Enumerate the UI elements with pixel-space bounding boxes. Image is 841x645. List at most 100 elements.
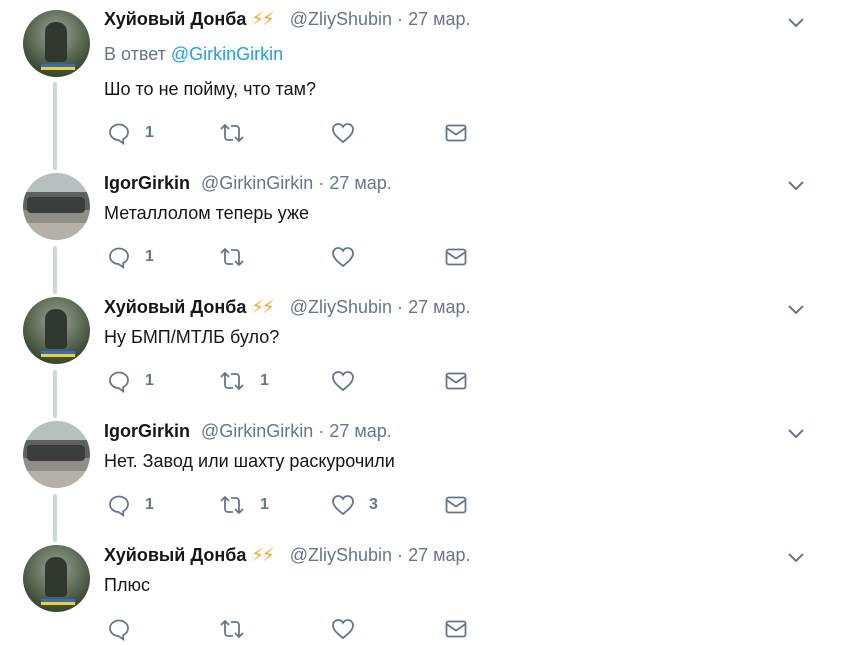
like-button[interactable] (331, 245, 369, 269)
author-name[interactable]: Хуйовый Донба (104, 297, 246, 317)
heart-icon (332, 495, 354, 516)
like-count: 3 (369, 496, 378, 513)
reply-icon (109, 123, 129, 145)
reply-count: 1 (145, 496, 154, 513)
reply-count: 1 (145, 248, 154, 265)
tweet-text: Нет. Завод или шахту раскурочили (104, 451, 395, 471)
author-handle[interactable]: @ZliyShubin (290, 297, 392, 317)
tweet-text: Шо то не пойму, что там? (104, 79, 316, 99)
reply-icon (109, 247, 129, 269)
author-handle[interactable]: @ZliyShubin (290, 545, 392, 565)
retweet-icon (220, 620, 244, 638)
tweet-actions (107, 617, 487, 641)
like-button[interactable] (331, 617, 369, 641)
retweet-button[interactable]: 1 (218, 493, 269, 517)
reply-prefix: В ответ (104, 44, 166, 64)
chevron-down-icon[interactable] (786, 302, 806, 316)
separator-dot: · (397, 9, 404, 29)
heart-icon (332, 619, 354, 640)
direct-message-button[interactable] (444, 493, 468, 517)
envelope-icon (445, 372, 467, 390)
reply-count: 1 (145, 124, 154, 141)
author-name[interactable]: IgorGirkin (104, 421, 190, 441)
author-name[interactable]: IgorGirkin (104, 173, 190, 193)
separator-dot: · (318, 421, 325, 441)
reply-icon (109, 371, 129, 393)
avatar[interactable] (23, 421, 90, 488)
separator-dot: · (397, 297, 404, 317)
tweet-header: Хуйовый Донба ⚡⚡ @ZliyShubin · 27 мар. (104, 297, 470, 318)
avatar[interactable] (23, 173, 90, 240)
chevron-down-icon[interactable] (786, 550, 806, 564)
retweet-icon (220, 248, 244, 266)
like-button[interactable]: 3 (331, 493, 378, 517)
retweet-count: 1 (260, 496, 269, 513)
chevron-down-icon[interactable] (786, 426, 806, 440)
retweet-button[interactable] (218, 245, 260, 269)
tweet-actions: 1 1 3 (107, 493, 487, 517)
envelope-icon (445, 248, 467, 266)
reply-to-line: В ответ @GirkinGirkin (104, 44, 283, 65)
tweet-text: Плюс (104, 575, 150, 595)
chevron-down-icon[interactable] (786, 178, 806, 192)
retweet-icon (220, 496, 244, 514)
avatar[interactable] (23, 545, 90, 612)
tweet-date[interactable]: 27 мар. (329, 173, 391, 193)
reply-button[interactable]: 1 (107, 121, 154, 145)
tweet-actions: 1 (107, 121, 487, 145)
like-button[interactable] (331, 369, 369, 393)
reply-count: 1 (145, 372, 154, 389)
envelope-icon (445, 124, 467, 142)
thread-line (53, 494, 57, 542)
author-name[interactable]: Хуйовый Донба (104, 9, 246, 29)
tweet-header: Хуйовый Донба ⚡⚡ @ZliyShubin · 27 мар. (104, 9, 470, 30)
like-button[interactable] (331, 121, 369, 145)
tweet-date[interactable]: 27 мар. (408, 297, 470, 317)
direct-message-button[interactable] (444, 245, 468, 269)
reply-icon (109, 495, 129, 517)
tweet-date[interactable]: 27 мар. (408, 9, 470, 29)
separator-dot: · (397, 545, 404, 565)
retweet-button[interactable] (218, 617, 260, 641)
tweet-actions: 1 1 (107, 369, 487, 393)
lightning-emoji: ⚡⚡ (251, 9, 274, 29)
reply-button[interactable]: 1 (107, 369, 154, 393)
separator-dot: · (318, 173, 325, 193)
heart-icon (332, 247, 354, 268)
lightning-emoji: ⚡⚡ (251, 545, 274, 565)
tweet-date[interactable]: 27 мар. (329, 421, 391, 441)
envelope-icon (445, 496, 467, 514)
author-handle[interactable]: @GirkinGirkin (201, 421, 313, 441)
envelope-icon (445, 620, 467, 638)
retweet-icon (220, 124, 244, 142)
reply-to-link[interactable]: @GirkinGirkin (171, 44, 283, 64)
lightning-emoji: ⚡⚡ (251, 297, 274, 317)
author-name[interactable]: Хуйовый Донба (104, 545, 246, 565)
thread-line (53, 82, 57, 170)
direct-message-button[interactable] (444, 617, 468, 641)
retweet-count: 1 (260, 372, 269, 389)
chevron-down-icon[interactable] (786, 15, 806, 29)
reply-button[interactable] (107, 617, 145, 641)
heart-icon (332, 123, 354, 144)
direct-message-button[interactable] (444, 121, 468, 145)
author-handle[interactable]: @ZliyShubin (290, 9, 392, 29)
avatar[interactable] (23, 10, 90, 77)
tweet-text: Ну БМП/МТЛБ було? (104, 327, 280, 347)
heart-icon (332, 371, 354, 392)
tweet-header: IgorGirkin @GirkinGirkin · 27 мар. (104, 173, 392, 194)
retweet-button[interactable] (218, 121, 260, 145)
reply-button[interactable]: 1 (107, 245, 154, 269)
tweet-text: Металлолом теперь уже (104, 203, 310, 223)
tweet-actions: 1 (107, 245, 487, 269)
author-handle[interactable]: @GirkinGirkin (201, 173, 313, 193)
tweet-header: Хуйовый Донба ⚡⚡ @ZliyShubin · 27 мар. (104, 545, 470, 566)
direct-message-button[interactable] (444, 369, 468, 393)
tweet-date[interactable]: 27 мар. (408, 545, 470, 565)
tweet-header: IgorGirkin @GirkinGirkin · 27 мар. (104, 421, 392, 442)
thread-line (53, 370, 57, 418)
retweet-icon (220, 372, 244, 390)
reply-button[interactable]: 1 (107, 493, 154, 517)
avatar[interactable] (23, 297, 90, 364)
retweet-button[interactable]: 1 (218, 369, 269, 393)
